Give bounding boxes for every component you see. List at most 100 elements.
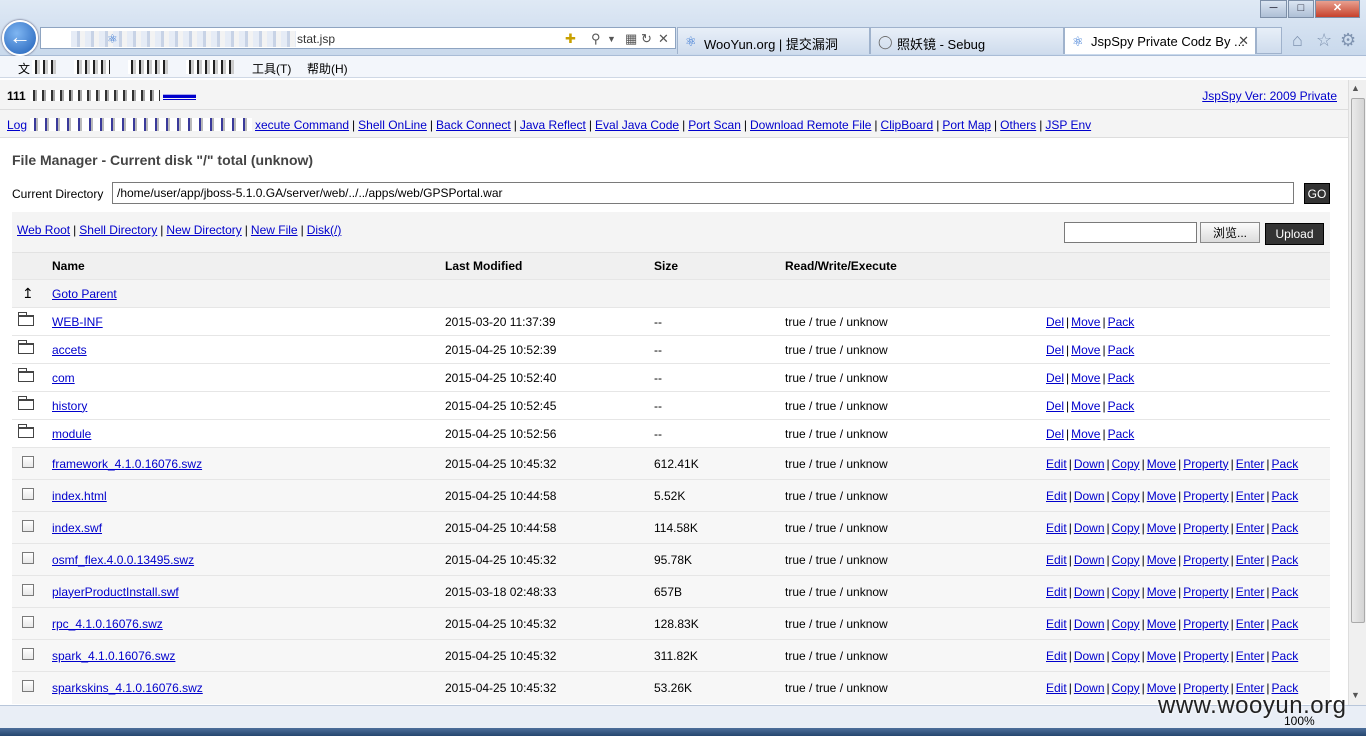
property-action-link[interactable]: Property (1183, 489, 1228, 503)
file-checkbox[interactable] (22, 456, 34, 468)
file-name-link[interactable]: rpc_4.1.0.16076.swz (52, 617, 163, 631)
down-action-link[interactable]: Down (1074, 617, 1105, 631)
copy-action-link[interactable]: Copy (1112, 681, 1140, 695)
copy-action-link[interactable]: Copy (1112, 553, 1140, 567)
search-icon[interactable]: ⚲ (591, 31, 601, 47)
stop-icon[interactable]: ✕ (658, 31, 669, 47)
new-directory-link[interactable]: New Directory (166, 223, 241, 237)
del-action-link[interactable]: Del (1046, 343, 1064, 357)
edit-action-link[interactable]: Edit (1046, 457, 1067, 471)
move-action-link[interactable]: Move (1147, 553, 1176, 567)
goto-parent-link[interactable]: Goto Parent (52, 287, 117, 301)
pack-action-link[interactable]: Pack (1272, 553, 1299, 567)
move-action-link[interactable]: Move (1147, 489, 1176, 503)
menu-file[interactable]: 文 (18, 60, 30, 77)
tab-jspspy[interactable]: ⚛ JspSpy Private Codz By ... ✕ (1064, 27, 1256, 54)
close-icon[interactable]: ✕ (1238, 33, 1249, 49)
copy-action-link[interactable]: Copy (1112, 617, 1140, 631)
move-action-link[interactable]: Move (1071, 427, 1100, 441)
move-action-link[interactable]: Move (1071, 371, 1100, 385)
down-action-link[interactable]: Down (1074, 457, 1105, 471)
nav-shell-online[interactable]: Shell OnLine (358, 118, 427, 132)
down-action-link[interactable]: Down (1074, 681, 1105, 695)
nav-download-remote-file[interactable]: Download Remote File (750, 118, 871, 132)
property-action-link[interactable]: Property (1183, 649, 1228, 663)
upload-button[interactable]: Upload (1265, 223, 1324, 245)
file-name-link[interactable]: index.html (52, 489, 107, 503)
gear-icon[interactable]: ⚙ (1340, 30, 1356, 51)
nav-java-reflect[interactable]: Java Reflect (520, 118, 586, 132)
nav-back-connect[interactable]: Back Connect (436, 118, 511, 132)
pack-action-link[interactable]: Pack (1272, 521, 1299, 535)
nav-others[interactable]: Others (1000, 118, 1036, 132)
enter-action-link[interactable]: Enter (1236, 457, 1265, 471)
enter-action-link[interactable]: Enter (1236, 617, 1265, 631)
move-action-link[interactable]: Move (1147, 457, 1176, 471)
pack-action-link[interactable]: Pack (1272, 617, 1299, 631)
nav-execute-command[interactable]: xecute Command (255, 118, 349, 132)
shell-directory-link[interactable]: Shell Directory (79, 223, 157, 237)
del-action-link[interactable]: Del (1046, 399, 1064, 413)
nav-port-map[interactable]: Port Map (942, 118, 991, 132)
new-tab-button[interactable] (1256, 27, 1282, 54)
nav-eval-java-code[interactable]: Eval Java Code (595, 118, 679, 132)
file-checkbox[interactable] (22, 648, 34, 660)
dir-name-link[interactable]: module (52, 427, 91, 441)
window-close-button[interactable]: ✕ (1315, 0, 1360, 18)
down-action-link[interactable]: Down (1074, 489, 1105, 503)
menu-help[interactable]: 帮助(H) (307, 60, 348, 77)
down-action-link[interactable]: Down (1074, 521, 1105, 535)
file-name-link[interactable]: framework_4.1.0.16076.swz (52, 457, 202, 471)
move-action-link[interactable]: Move (1147, 521, 1176, 535)
compat-view-icon[interactable]: ✚ (565, 31, 576, 47)
scroll-thumb[interactable] (1351, 98, 1365, 623)
file-checkbox[interactable] (22, 520, 34, 532)
down-action-link[interactable]: Down (1074, 649, 1105, 663)
move-action-link[interactable]: Move (1071, 315, 1100, 329)
pack-action-link[interactable]: Pack (1108, 427, 1135, 441)
version-link[interactable]: JspSpy Ver: 2009 Private (1202, 89, 1337, 103)
move-action-link[interactable]: Move (1147, 617, 1176, 631)
del-action-link[interactable]: Del (1046, 315, 1064, 329)
tab-wooyun[interactable]: ⚛ WooYun.org | 提交漏洞 (677, 27, 870, 54)
edit-action-link[interactable]: Edit (1046, 649, 1067, 663)
file-checkbox[interactable] (22, 488, 34, 500)
favorites-star-icon[interactable]: ☆ (1316, 30, 1332, 51)
nav-port-scan[interactable]: Port Scan (688, 118, 741, 132)
pack-action-link[interactable]: Pack (1108, 399, 1135, 413)
edit-action-link[interactable]: Edit (1046, 553, 1067, 567)
copy-action-link[interactable]: Copy (1112, 489, 1140, 503)
minimize-button[interactable]: ─ (1260, 0, 1287, 18)
file-checkbox[interactable] (22, 680, 34, 693)
file-name-link[interactable]: playerProductInstall.swf (52, 585, 179, 599)
disk-link[interactable]: Disk(/) (307, 223, 342, 237)
nav-logout-link[interactable]: Log (7, 118, 27, 132)
pack-action-link[interactable]: Pack (1108, 315, 1135, 329)
pack-action-link[interactable]: Pack (1272, 457, 1299, 471)
go-button[interactable]: GO (1304, 183, 1330, 204)
address-bar[interactable]: ⚛ stat.jsp ✚ ⚲ ▼ ▦ ↻ ✕ (40, 27, 676, 49)
enter-action-link[interactable]: Enter (1236, 553, 1265, 567)
file-name-link[interactable]: spark_4.1.0.16076.swz (52, 649, 175, 663)
enter-action-link[interactable]: Enter (1236, 489, 1265, 503)
pack-action-link[interactable]: Pack (1108, 371, 1135, 385)
edit-action-link[interactable]: Edit (1046, 681, 1067, 695)
edit-action-link[interactable]: Edit (1046, 585, 1067, 599)
move-action-link[interactable]: Move (1071, 399, 1100, 413)
file-checkbox[interactable] (22, 584, 34, 596)
current-directory-input[interactable] (112, 182, 1294, 204)
maximize-button[interactable]: □ (1288, 0, 1314, 18)
del-action-link[interactable]: Del (1046, 427, 1064, 441)
copy-action-link[interactable]: Copy (1112, 649, 1140, 663)
browse-button[interactable]: 浏览... (1200, 222, 1260, 243)
pack-action-link[interactable]: Pack (1272, 649, 1299, 663)
file-checkbox[interactable] (22, 552, 34, 564)
vertical-scrollbar[interactable]: ▲ ▼ (1348, 80, 1366, 705)
enter-action-link[interactable]: Enter (1236, 649, 1265, 663)
move-action-link[interactable]: Move (1071, 343, 1100, 357)
scroll-down-icon[interactable]: ▼ (1351, 690, 1360, 700)
pack-action-link[interactable]: Pack (1272, 489, 1299, 503)
nav-clipboard[interactable]: ClipBoard (881, 118, 934, 132)
file-name-link[interactable]: osmf_flex.4.0.0.13495.swz (52, 553, 194, 567)
menu-tools[interactable]: 工具(T) (252, 60, 291, 77)
